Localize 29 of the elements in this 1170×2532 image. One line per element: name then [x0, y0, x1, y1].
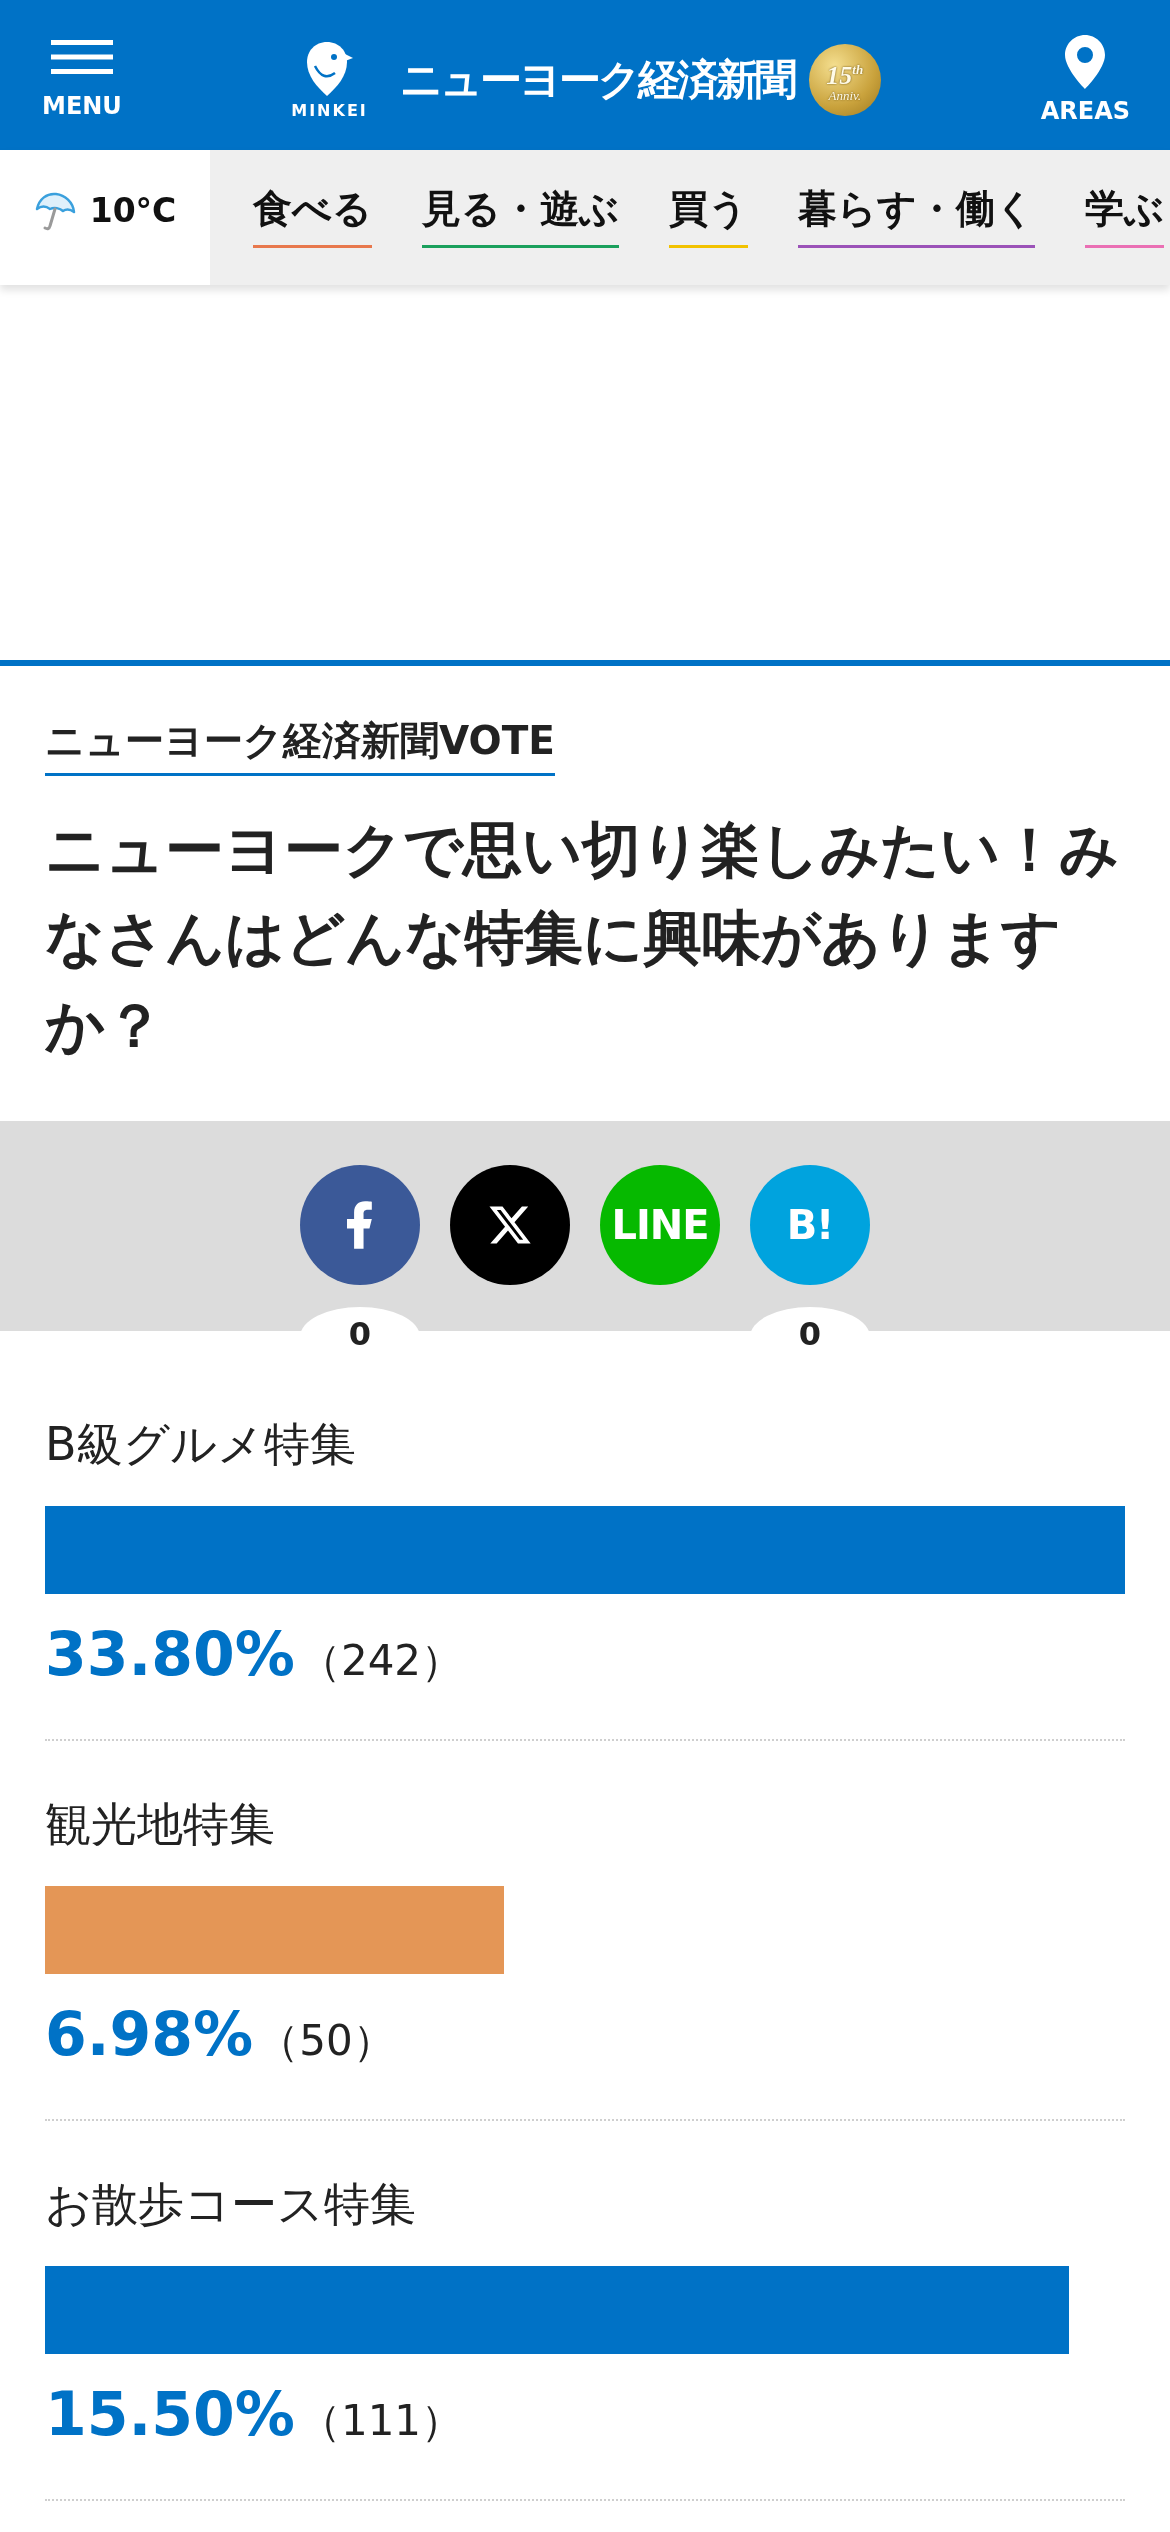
site-title: ニューヨーク経済新聞	[399, 55, 794, 105]
temperature-text: 10°C	[89, 191, 177, 230]
site-logo[interactable]: MINKEI ニューヨーク経済新聞 15$^{th}$ Anniv.	[291, 40, 881, 120]
nav-tab[interactable]: 暮らす・働く	[798, 187, 1035, 248]
badge-text: Anniv.	[828, 88, 862, 103]
logo-brand-text: MINKEI	[291, 102, 368, 120]
percent-text: 33.80%	[45, 1618, 295, 1690]
bird-icon	[305, 40, 354, 98]
vote-count: （242）	[298, 1635, 464, 1687]
nav-tab[interactable]: 見る・遊ぶ	[422, 187, 619, 248]
nav-tab[interactable]: 学ぶ	[1085, 187, 1164, 248]
areas-button[interactable]: AREAS	[1040, 35, 1130, 125]
option-label: お散歩コース特集	[45, 2176, 417, 2233]
menu-icon	[50, 40, 113, 74]
location-pin-icon	[1065, 35, 1106, 89]
percent-text: 15.50%	[45, 2378, 295, 2450]
nav-tab[interactable]: 食べる	[253, 187, 372, 248]
vote-question: ニューヨークで思い切り楽しみたい！みなさんはどんな特集に興味がありますか？	[45, 814, 1120, 1062]
section-label: ニューヨーク経済新聞VOTE	[45, 715, 555, 776]
percent-text: 6.98%	[45, 1998, 254, 2070]
nav-tab[interactable]: 買う	[669, 187, 748, 248]
vote-count: （50）	[257, 2015, 395, 2067]
option-label: B級グルメ特集	[45, 1416, 357, 1473]
x-logo-icon	[489, 1205, 531, 1245]
facebook-icon	[347, 1201, 373, 1249]
menu-button[interactable]: MENU	[42, 40, 122, 120]
option-label: 観光地特集	[45, 1796, 276, 1853]
badge-number: 15$^{th}$	[826, 59, 864, 89]
vote-count: （111）	[298, 2395, 464, 2447]
